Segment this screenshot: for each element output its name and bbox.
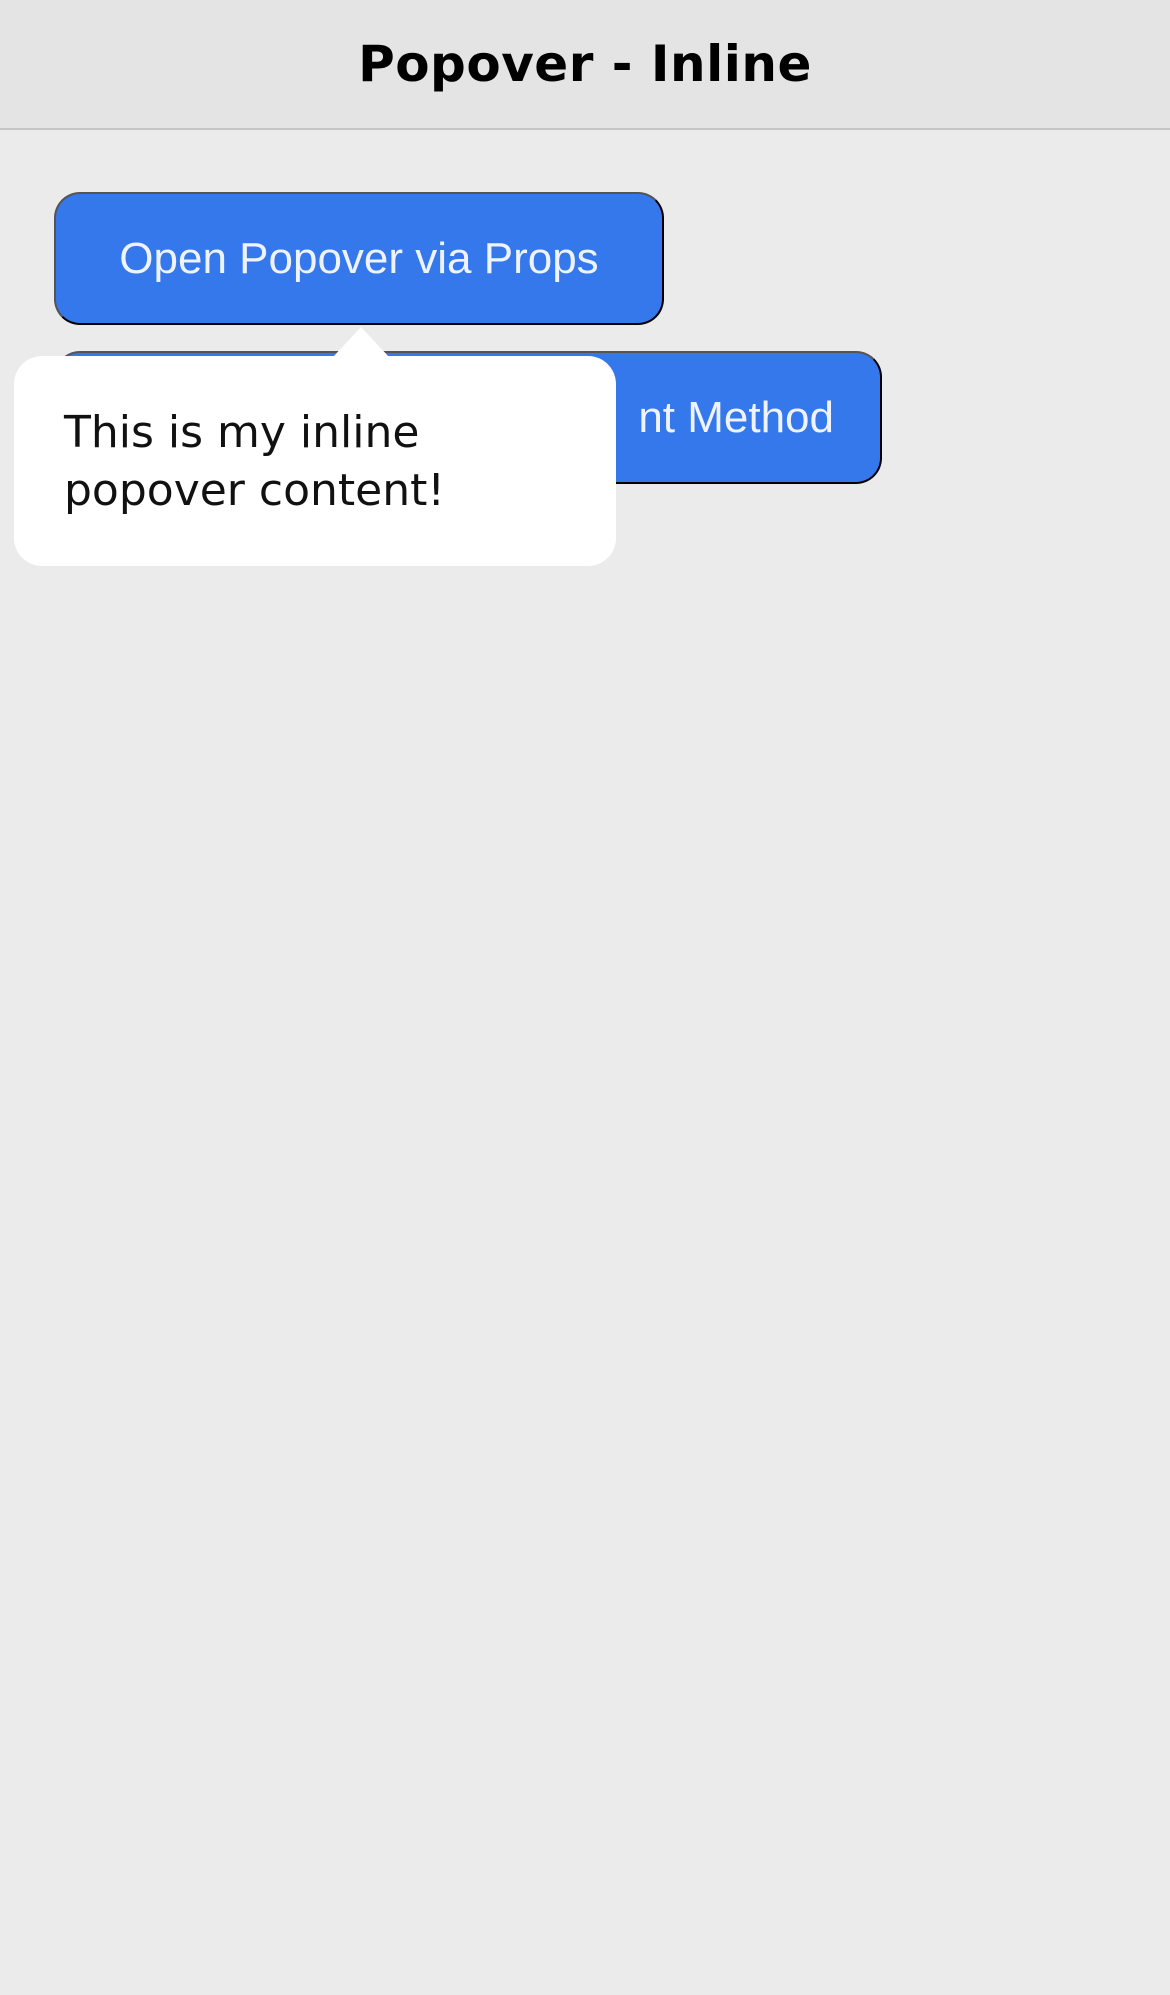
toolbar: Popover - Inline <box>0 0 1170 130</box>
popover-content: This is my inline popover content! <box>64 407 445 516</box>
inline-popover[interactable]: This is my inline popover content! <box>14 356 616 566</box>
page-title: Popover - Inline <box>358 35 812 93</box>
popover-arrow <box>333 327 389 357</box>
open-popover-via-method-label: nt Method <box>638 392 834 442</box>
open-popover-via-props-label: Open Popover via Props <box>119 233 599 283</box>
open-popover-via-props-button[interactable]: Open Popover via Props <box>54 192 664 325</box>
